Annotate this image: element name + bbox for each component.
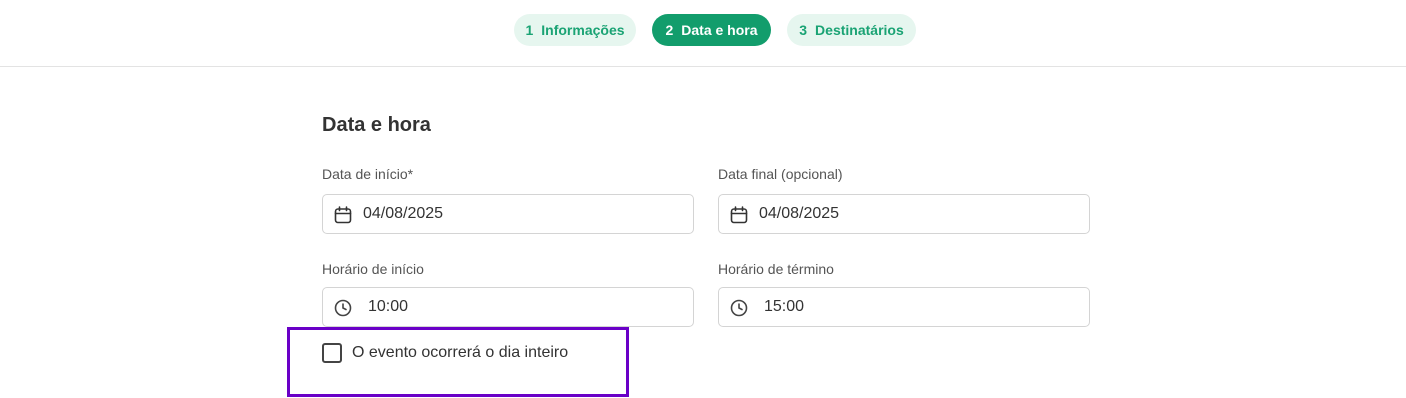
start-time-value: 10:00 xyxy=(368,298,409,315)
start-time-field[interactable]: 10:00 xyxy=(322,287,694,327)
step-label: Destinatários xyxy=(815,22,904,38)
all-day-label: O evento ocorrerá o dia inteiro xyxy=(352,344,569,361)
step-label: Informações xyxy=(541,22,625,38)
step-label: Data e hora xyxy=(681,22,758,38)
step-number: 1 xyxy=(525,22,534,38)
end-time-field[interactable]: 15:00 xyxy=(718,287,1090,327)
calendar-icon xyxy=(333,205,353,225)
start-date-value: 04/08/2025 xyxy=(363,205,444,222)
start-date-field[interactable]: 04/08/2025 xyxy=(322,194,694,234)
all-day-checkbox-row[interactable]: O evento ocorrerá o dia inteiro xyxy=(322,343,568,363)
end-date-value: 04/08/2025 xyxy=(759,205,840,222)
end-date-label: Data final (opcional) xyxy=(718,166,843,182)
clock-icon xyxy=(333,298,353,318)
start-time-label: Horário de início xyxy=(322,261,424,277)
end-time-label: Horário de término xyxy=(718,261,834,277)
clock-icon xyxy=(729,298,749,318)
section-title: Data e hora xyxy=(322,114,431,136)
end-time-value: 15:00 xyxy=(764,298,805,315)
step-destinatarios[interactable]: 3 Destinatários xyxy=(787,14,916,46)
stepper-bar: 1 Informações 2 Data e hora 3 Destinatár… xyxy=(0,0,1406,67)
start-date-label: Data de início* xyxy=(322,166,414,182)
step-data-e-hora[interactable]: 2 Data e hora xyxy=(652,14,771,46)
all-day-checkbox[interactable] xyxy=(322,343,342,363)
end-date-field[interactable]: 04/08/2025 xyxy=(718,194,1090,234)
step-number: 3 xyxy=(799,22,808,38)
step-informacoes[interactable]: 1 Informações xyxy=(514,14,636,46)
calendar-icon xyxy=(729,205,749,225)
step-number: 2 xyxy=(665,22,674,38)
